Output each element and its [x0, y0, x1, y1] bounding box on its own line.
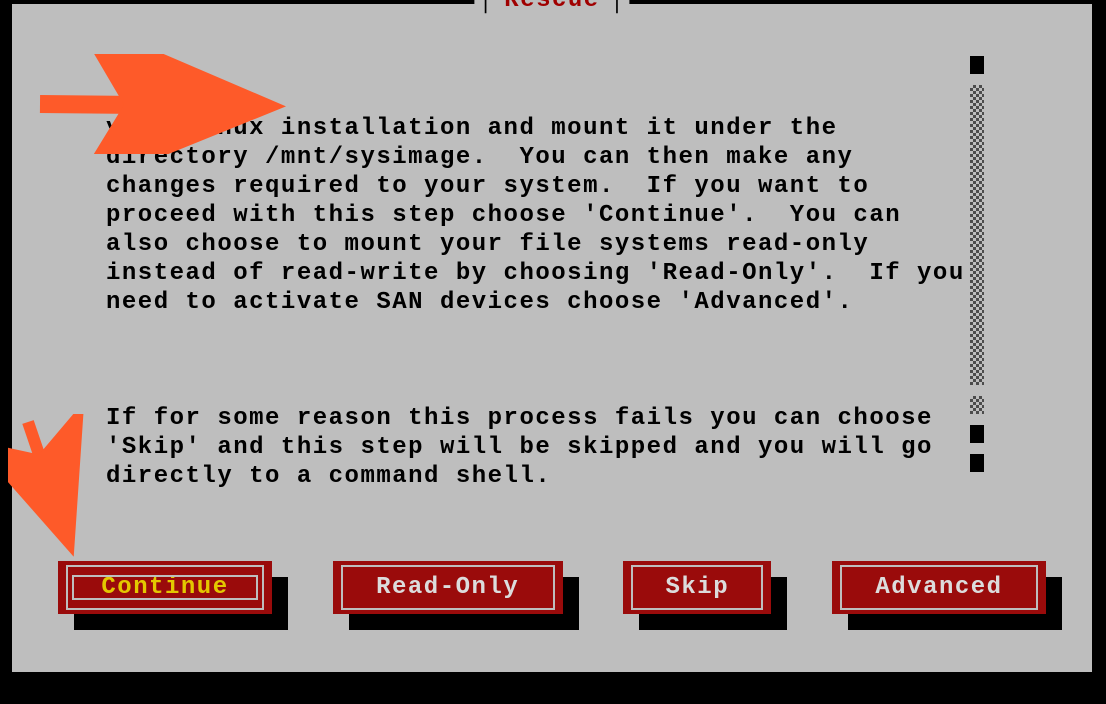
advanced-button-wrap: Advanced	[832, 561, 1046, 614]
title-bracket-left: ┤	[478, 0, 494, 15]
advanced-button[interactable]: Advanced	[832, 561, 1046, 614]
title-bracket-right: ├	[610, 0, 626, 15]
dialog-title-bar: ┤ Rescue ├	[474, 0, 629, 15]
dialog-paragraph-2: If for some reason this process fails yo…	[106, 404, 966, 491]
advanced-button-label: Advanced	[875, 574, 1002, 601]
skip-button[interactable]: Skip	[623, 561, 771, 614]
continue-button-wrap: Continue	[58, 561, 272, 614]
rescue-dialog: ┤ Rescue ├ your Linux installation and m…	[8, 0, 1096, 676]
continue-button[interactable]: Continue	[58, 561, 272, 614]
readonly-button[interactable]: Read-Only	[333, 561, 563, 614]
scroll-thumb-2	[970, 454, 984, 472]
dialog-body: your Linux installation and mount it und…	[106, 56, 966, 549]
readonly-button-wrap: Read-Only	[333, 561, 563, 614]
dialog-title: Rescue	[504, 0, 599, 15]
scroll-thumb-1	[970, 425, 984, 443]
readonly-button-label: Read-Only	[376, 574, 519, 601]
scrollbar[interactable]	[970, 56, 984, 483]
scroll-track-bottom[interactable]	[970, 396, 984, 414]
skip-button-label: Skip	[666, 574, 730, 601]
annotation-arrow-icon	[8, 414, 118, 574]
scroll-up-marker	[970, 56, 984, 74]
skip-button-wrap: Skip	[623, 561, 771, 614]
dialog-paragraph-1: your Linux installation and mount it und…	[106, 114, 966, 317]
scroll-track[interactable]	[970, 85, 984, 385]
button-row: Continue Read-Only Skip Advanced	[58, 561, 1046, 614]
